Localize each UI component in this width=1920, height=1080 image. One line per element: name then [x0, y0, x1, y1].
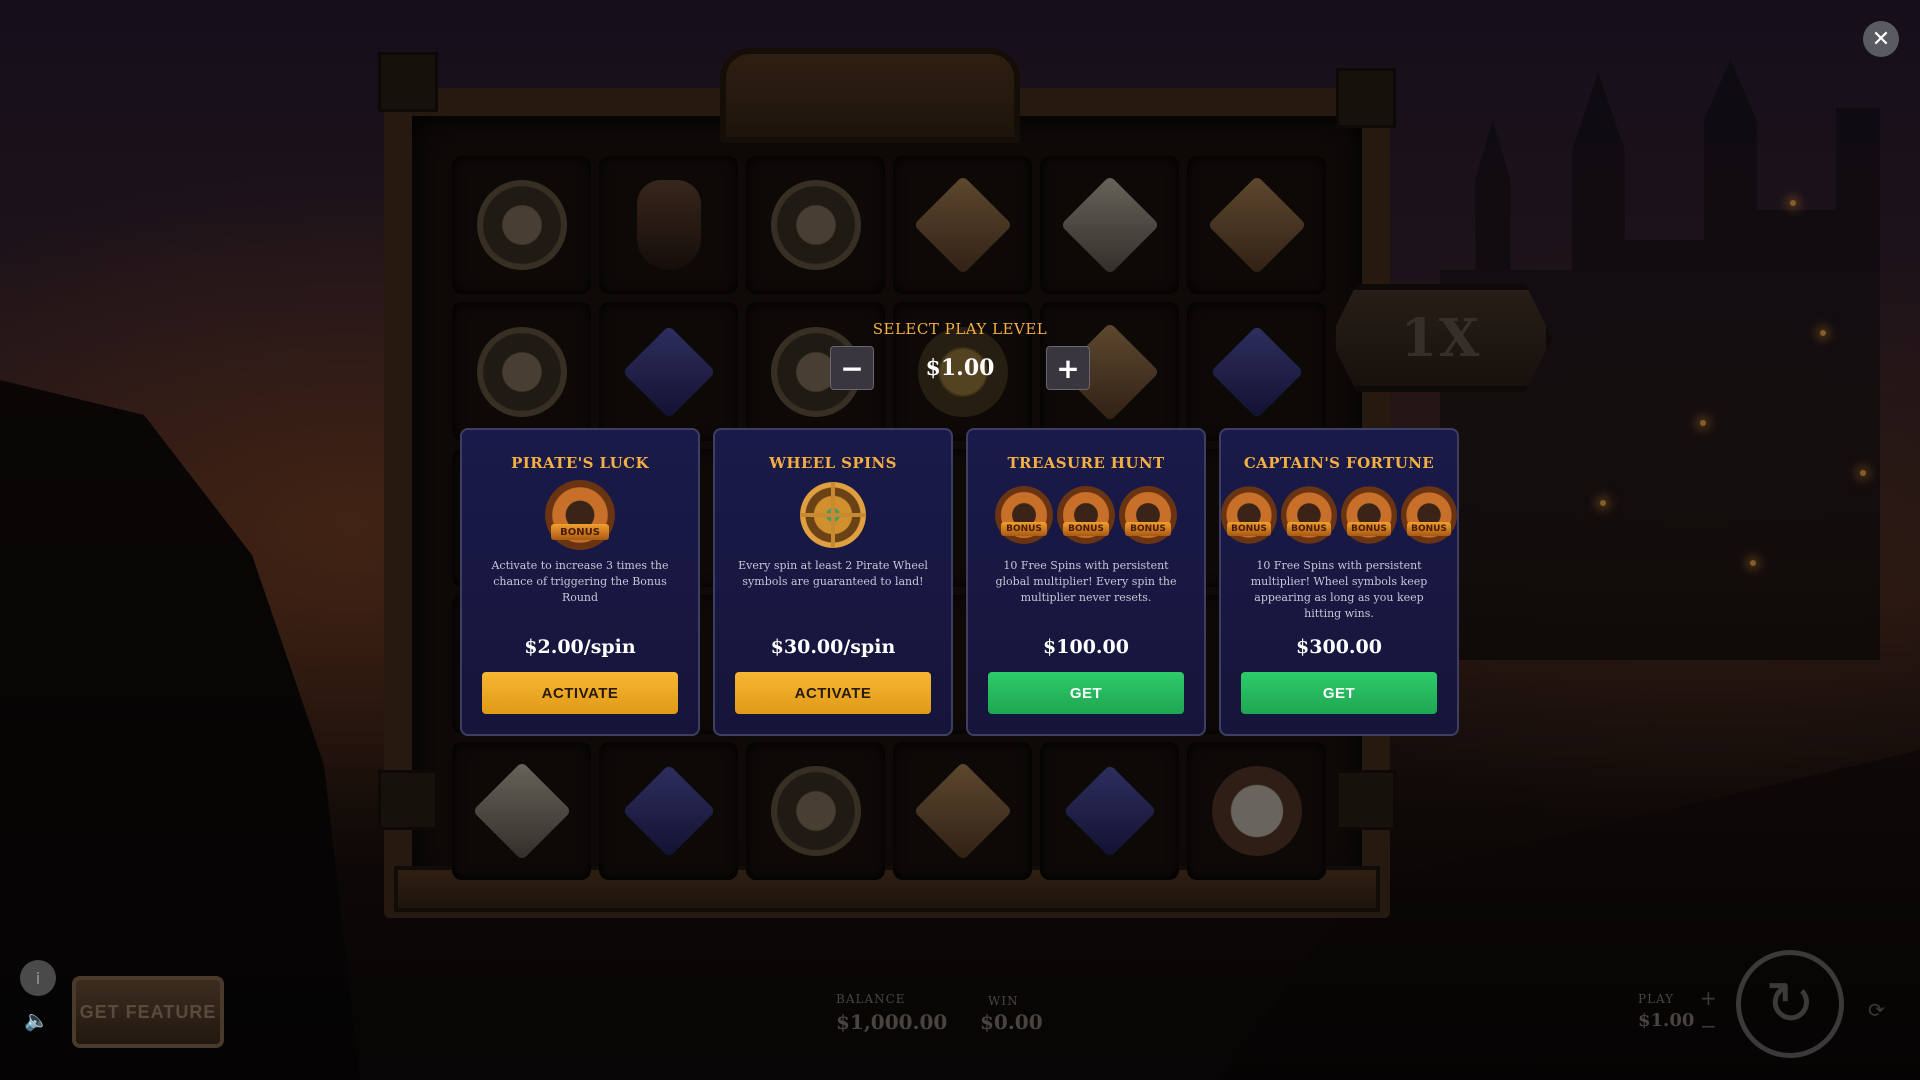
decrease-bet-button[interactable]: −	[1700, 1014, 1717, 1038]
card-title: WHEEL SPINS	[769, 454, 897, 472]
increase-bet-button[interactable]: +	[1700, 986, 1717, 1010]
bonus-skull-icon: BONUS	[1341, 486, 1397, 544]
bonus-ribbon-label: BONUS	[1063, 522, 1109, 536]
info-icon: i	[35, 968, 41, 988]
card-description: Every spin at least 2 Pirate Wheel symbo…	[738, 559, 928, 588]
card-description: 10 Free Spins with persistent global mul…	[995, 559, 1177, 604]
feature-card-pirates-luck: PIRATE'S LUCK BONUS Activate to increase…	[460, 428, 700, 736]
bonus-skull-icon: BONUS	[1057, 486, 1115, 544]
close-button[interactable]: ✕	[1863, 21, 1899, 57]
card-icons: BONUS BONUS BONUS	[968, 480, 1204, 550]
bottom-hud: i 🔈 GET FEATURE BALANCE $1,000.00 WIN $0…	[0, 950, 1920, 1080]
minus-icon: −	[840, 351, 864, 385]
card-title: TREASURE HUNT	[1007, 454, 1165, 472]
card-price: $100.00	[1043, 636, 1129, 658]
card-price: $2.00/spin	[524, 636, 636, 658]
bonus-ribbon-label: BONUS	[1407, 522, 1451, 536]
bonus-ribbon-label: BONUS	[1347, 522, 1391, 536]
play-value: $1.00	[1638, 1010, 1695, 1031]
play-level-title: SELECT PLAY LEVEL	[872, 320, 1048, 338]
feature-card-wheel-spins: WHEEL SPINS Every spin at least 2 Pirate…	[713, 428, 953, 736]
decrease-play-level-button[interactable]: −	[830, 346, 874, 390]
plus-icon: +	[1056, 351, 1080, 385]
play-label: PLAY	[1638, 992, 1675, 1006]
bonus-skull-icon: BONUS	[1281, 486, 1337, 544]
balance-label: BALANCE	[836, 992, 906, 1006]
bonus-skull-icon: BONUS	[545, 480, 615, 550]
card-title: PIRATE'S LUCK	[511, 454, 649, 472]
bonus-ribbon-label: BONUS	[1227, 522, 1271, 536]
card-description: Activate to increase 3 times the chance …	[491, 559, 669, 604]
increase-play-level-button[interactable]: +	[1045, 346, 1090, 390]
sound-toggle[interactable]: 🔈	[24, 1008, 52, 1032]
card-description: 10 Free Spins with persistent multiplier…	[1250, 559, 1428, 620]
feature-card-captains-fortune: CAPTAIN'S FORTUNE BONUS BONUS BONUS BONU…	[1219, 428, 1459, 736]
bonus-ribbon-label: BONUS	[1001, 522, 1047, 536]
get-feature-button[interactable]: GET FEATURE	[72, 976, 224, 1048]
play-level-selector: SELECT PLAY LEVEL − $1.00 +	[780, 320, 1140, 390]
bonus-ribbon-label: BONUS	[1125, 522, 1171, 536]
win-label: WIN	[988, 994, 1019, 1008]
bonus-ribbon-label: BONUS	[1287, 522, 1331, 536]
balance-value: $1,000.00	[836, 1010, 948, 1034]
activate-pirates-luck-button[interactable]: ACTIVATE	[482, 672, 678, 714]
feature-card-treasure-hunt: TREASURE HUNT BONUS BONUS BONUS 10 Free …	[966, 428, 1206, 736]
bonus-skull-icon: BONUS	[1119, 486, 1177, 544]
bonus-skull-icon: BONUS	[995, 486, 1053, 544]
get-captains-fortune-button[interactable]: GET	[1241, 672, 1437, 714]
card-price: $300.00	[1296, 636, 1382, 658]
speaker-icon: 🔈	[24, 1008, 49, 1032]
card-icons: BONUS	[462, 480, 698, 550]
close-icon: ✕	[1871, 26, 1891, 52]
play-level-value: $1.00	[925, 355, 995, 381]
get-treasure-hunt-button[interactable]: GET	[988, 672, 1184, 714]
bonus-skull-icon: BONUS	[1221, 486, 1277, 544]
card-icons	[715, 480, 951, 550]
card-price: $30.00/spin	[770, 636, 896, 658]
spin-button[interactable]: ↻	[1736, 950, 1844, 1058]
bonus-ribbon-label: BONUS	[551, 524, 609, 540]
feature-cards: PIRATE'S LUCK BONUS Activate to increase…	[460, 428, 1460, 736]
card-icons: BONUS BONUS BONUS BONUS	[1221, 480, 1457, 550]
activate-wheel-spins-button[interactable]: ACTIVATE	[735, 672, 931, 714]
win-value: $0.00	[980, 1010, 1043, 1034]
spin-icon: ↻	[1764, 969, 1816, 1039]
info-button[interactable]: i	[20, 960, 56, 996]
card-title: CAPTAIN'S FORTUNE	[1243, 454, 1435, 472]
bonus-skull-icon: BONUS	[1401, 486, 1457, 544]
ship-wheel-icon	[800, 482, 866, 548]
autoplay-icon[interactable]: ⟳	[1868, 998, 1885, 1022]
